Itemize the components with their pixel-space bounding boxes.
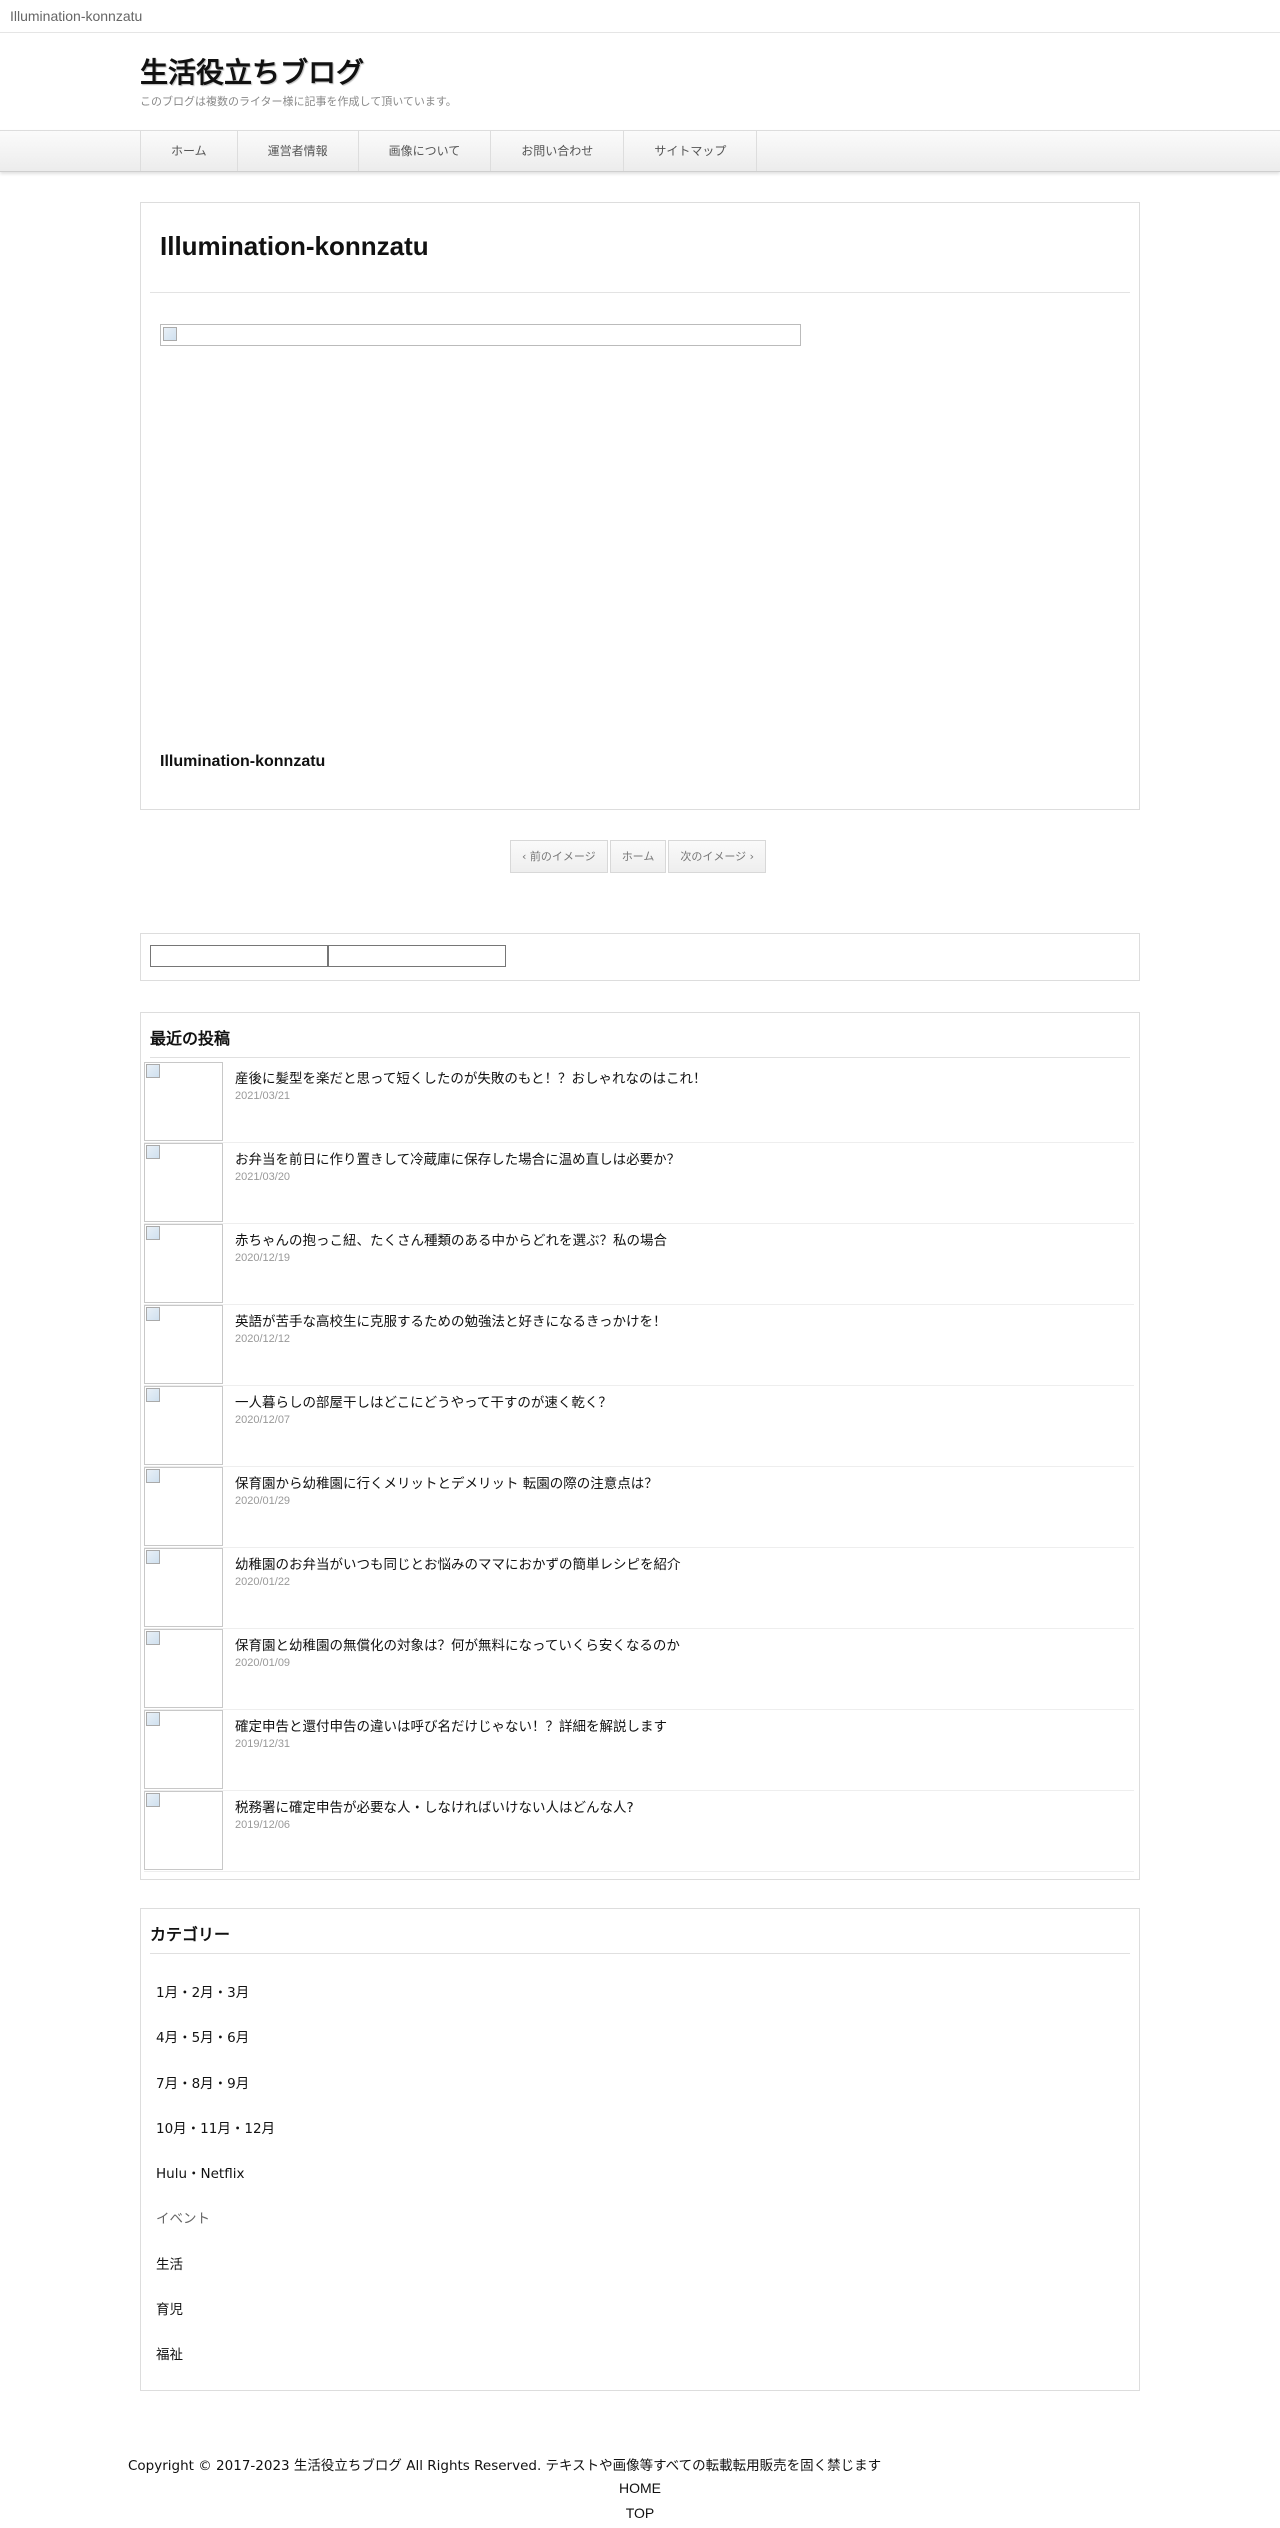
post-link[interactable]: お弁当を前日に作り置きして冷蔵庫に保存した場合に温め直しは必要か？ xyxy=(235,1148,680,1168)
post-link[interactable]: 確定申告と還付申告の違いは呼び名だけじゃない！？詳細を解説します xyxy=(235,1715,667,1735)
post-thumbnail[interactable] xyxy=(144,1143,223,1222)
divider xyxy=(150,292,1130,293)
nav-menu: ホーム 運営者情報 画像について お問い合わせ サイトマップ xyxy=(140,131,758,171)
global-nav: ホーム 運営者情報 画像について お問い合わせ サイトマップ xyxy=(0,130,1280,172)
category-link[interactable]: 1月・2月・3月 xyxy=(156,1981,275,2026)
category-link[interactable]: Hulu・Netflix xyxy=(156,2162,275,2207)
list-item[interactable]: 赤ちゃんの抱っこ紐、たくさん種類のある中からどれを選ぶ？私の場合 2020/12… xyxy=(144,1224,1134,1305)
post-thumbnail[interactable] xyxy=(144,1548,223,1627)
recent-posts-widget: 最近の投稿 産後に髪型を楽だと思って短くしたのが失敗のもと！？おしゃれなのはこれ… xyxy=(140,1012,1140,1880)
broken-image-icon xyxy=(146,1226,160,1240)
nav-item-sitemap[interactable]: サイトマップ xyxy=(624,131,758,171)
list-item[interactable]: 保育園と幼稚園の無償化の対象は？何が無料になっていくら安くなるのか 2020/0… xyxy=(144,1629,1134,1710)
post-title: Illumination-konnzatu xyxy=(160,231,429,261)
footer-home-link[interactable]: HOME xyxy=(0,2480,1280,2496)
category-link[interactable]: イベント xyxy=(156,2207,275,2252)
broken-image-icon xyxy=(146,1550,160,1564)
nav-item-about-operator[interactable]: 運営者情報 xyxy=(238,131,359,171)
post-date: 2021/03/20 xyxy=(235,1171,291,1183)
post-date: 2020/12/12 xyxy=(235,1333,291,1345)
list-item[interactable]: 幼稚園のお弁当がいつも同じとお悩みのママにおかずの簡単レシピを紹介 2020/0… xyxy=(144,1548,1134,1629)
post-date: 2020/01/22 xyxy=(235,1576,291,1588)
home-button[interactable]: ホーム xyxy=(609,840,667,873)
category-list: 1月・2月・3月 4月・5月・6月 7月・8月・9月 10月・11月・12月 H… xyxy=(156,1981,275,2389)
post-link[interactable]: 赤ちゃんの抱っこ紐、たくさん種類のある中からどれを選ぶ？私の場合 xyxy=(235,1229,667,1249)
site-header: 生活役立ちブログ このブログは複数のライター様に記事を作成して頂いています。 xyxy=(140,55,1140,109)
divider xyxy=(150,1953,1130,1954)
list-item[interactable]: 確定申告と還付申告の違いは呼び名だけじゃない！？詳細を解説します 2019/12… xyxy=(144,1710,1134,1791)
broken-image-icon xyxy=(146,1793,160,1807)
post-link[interactable]: 保育園から幼稚園に行くメリットとデメリット 転園の際の注意点は？ xyxy=(235,1472,658,1492)
post-thumbnail[interactable] xyxy=(144,1224,223,1303)
post-date: 2020/12/19 xyxy=(235,1252,291,1264)
category-link[interactable]: 福祉 xyxy=(156,2343,275,2388)
recent-posts-list: 産後に髪型を楽だと思って短くしたのが失敗のもと！？おしゃれなのはこれ！ 2021… xyxy=(144,1062,1134,1872)
search-submit-field[interactable] xyxy=(328,945,506,967)
list-item[interactable]: 一人暮らしの部屋干しはどこにどうやって干すのが速く乾く？ 2020/12/07 xyxy=(144,1386,1134,1467)
widget-title-categories: カテゴリー xyxy=(150,1925,231,1944)
category-link[interactable]: 生活 xyxy=(156,2253,275,2298)
search-widget xyxy=(140,933,1140,981)
post-thumbnail[interactable] xyxy=(144,1467,223,1546)
site-title[interactable]: 生活役立ちブログ xyxy=(140,55,1140,91)
broken-image-icon xyxy=(146,1712,160,1726)
list-item[interactable]: 英語が苦手な高校生に克服するための勉強法と好きになるきっかけを！ 2020/12… xyxy=(144,1305,1134,1386)
image-pager: ‹ 前のイメージ ホーム 次のイメージ › xyxy=(510,840,767,873)
post-date: 2020/12/07 xyxy=(235,1414,291,1426)
post-thumbnail[interactable] xyxy=(144,1386,223,1465)
footer-copyright: Copyright © 2017-2023 生活役立ちブログ All Right… xyxy=(128,2458,882,2474)
list-item[interactable]: 税務署に確定申告が必要な人・しなければいけない人はどんな人? 2019/12/0… xyxy=(144,1791,1134,1872)
post-link[interactable]: 保育園と幼稚園の無償化の対象は？何が無料になっていくら安くなるのか xyxy=(235,1634,680,1654)
category-link[interactable]: 4月・5月・6月 xyxy=(156,2026,275,2071)
divider xyxy=(150,1057,1130,1058)
broken-image-icon xyxy=(146,1388,160,1402)
post-date: 2020/01/09 xyxy=(235,1657,291,1669)
broken-image-icon xyxy=(146,1307,160,1321)
category-link[interactable]: 10月・11月・12月 xyxy=(156,2117,275,2162)
post-thumbnail[interactable] xyxy=(144,1305,223,1384)
post-link[interactable]: 幼稚園のお弁当がいつも同じとお悩みのママにおかずの簡単レシピを紹介 xyxy=(235,1553,681,1573)
broken-image-icon xyxy=(146,1064,160,1078)
post-thumbnail[interactable] xyxy=(144,1791,223,1870)
post-thumbnail[interactable] xyxy=(144,1062,223,1141)
post-date: 2020/01/29 xyxy=(235,1495,291,1507)
category-link[interactable]: 7月・8月・9月 xyxy=(156,2072,275,2117)
broken-image-icon xyxy=(146,1469,160,1483)
nav-item-contact[interactable]: お問い合わせ xyxy=(491,131,625,171)
nav-item-images[interactable]: 画像について xyxy=(359,131,492,171)
post-date: 2019/12/06 xyxy=(235,1819,291,1831)
next-image-button[interactable]: 次のイメージ › xyxy=(668,840,767,873)
category-link[interactable]: 育児 xyxy=(156,2298,275,2343)
site-description: このブログは複数のライター様に記事を作成して頂いています。 xyxy=(140,95,457,108)
post-link[interactable]: 産後に髪型を楽だと思って短くしたのが失敗のもと！？おしゃれなのはこれ！ xyxy=(235,1067,707,1087)
prev-image-button[interactable]: ‹ 前のイメージ xyxy=(510,840,608,873)
list-item[interactable]: 保育園から幼稚園に行くメリットとデメリット 転園の際の注意点は？ 2020/01… xyxy=(144,1467,1134,1548)
broken-image-icon xyxy=(163,327,177,341)
list-item[interactable]: お弁当を前日に作り置きして冷蔵庫に保存した場合に温め直しは必要か？ 2021/0… xyxy=(144,1143,1134,1224)
back-to-top-link[interactable]: TOP xyxy=(0,2505,1280,2521)
categories-widget: カテゴリー 1月・2月・3月 4月・5月・6月 7月・8月・9月 10月・11月… xyxy=(140,1908,1140,2391)
post-date: 2019/12/31 xyxy=(235,1738,291,1750)
broken-image-icon xyxy=(146,1145,160,1159)
attachment-caption: Illumination-konnzatu xyxy=(160,753,326,770)
browser-tab-title: Illumination-konnzatu xyxy=(0,0,1280,33)
nav-item-home[interactable]: ホーム xyxy=(141,131,238,171)
post-date: 2021/03/21 xyxy=(235,1090,291,1102)
post-link[interactable]: 税務署に確定申告が必要な人・しなければいけない人はどんな人? xyxy=(235,1796,634,1816)
post-link[interactable]: 英語が苦手な高校生に克服するための勉強法と好きになるきっかけを！ xyxy=(235,1310,666,1330)
post-thumbnail[interactable] xyxy=(144,1710,223,1789)
attachment-post: Illumination-konnzatu Illumination-konnz… xyxy=(140,202,1140,810)
post-link[interactable]: 一人暮らしの部屋干しはどこにどうやって干すのが速く乾く？ xyxy=(235,1391,612,1411)
search-input[interactable] xyxy=(150,945,328,967)
broken-image-icon xyxy=(146,1631,160,1645)
widget-title-recent: 最近の投稿 xyxy=(150,1029,231,1048)
post-thumbnail[interactable] xyxy=(144,1629,223,1708)
attachment-image[interactable] xyxy=(160,324,801,346)
list-item[interactable]: 産後に髪型を楽だと思って短くしたのが失敗のもと！？おしゃれなのはこれ！ 2021… xyxy=(144,1062,1134,1143)
